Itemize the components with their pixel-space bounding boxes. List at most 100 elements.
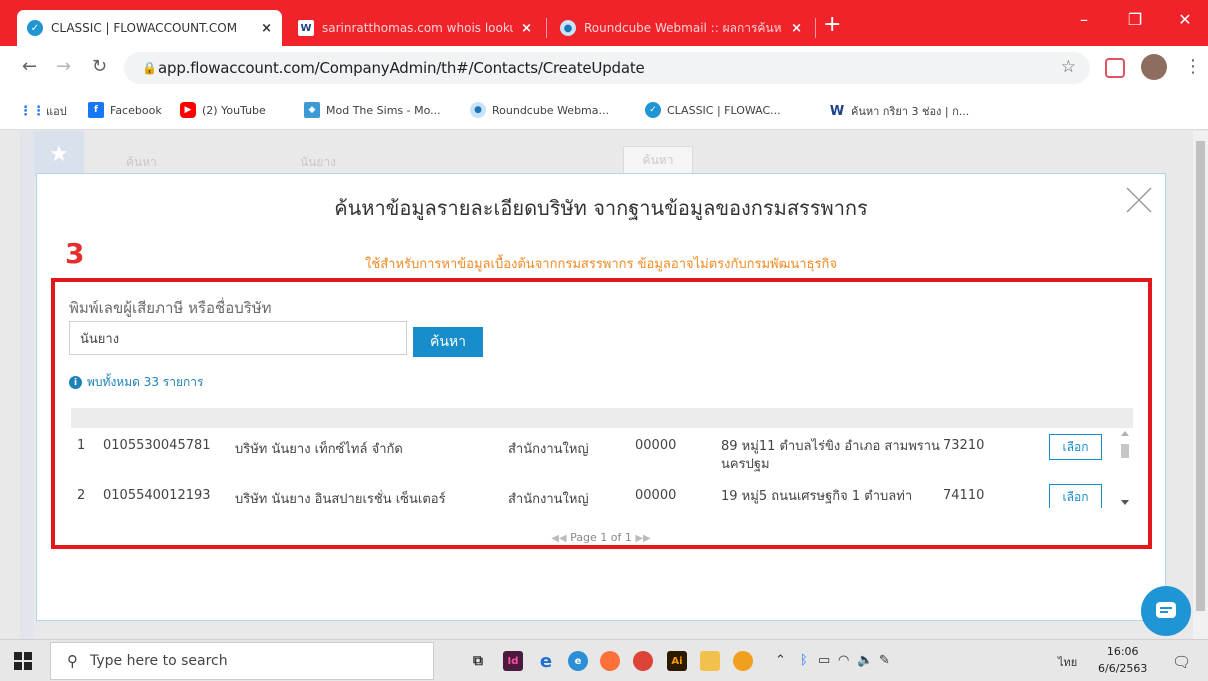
result-count-text: พบทั้งหมด 33 รายการ — [87, 375, 204, 389]
modal-note: ใช้สำหรับการหาข้อมูลเบื้องต้นจากกรมสรรพา… — [365, 257, 837, 272]
reload-icon[interactable]: ↻ — [92, 57, 107, 77]
select-button[interactable]: เลือก — [1049, 484, 1102, 508]
app-icon[interactable] — [733, 651, 753, 671]
lock-icon: 🔒 — [142, 61, 157, 75]
background-search-label: ค้นหา — [126, 155, 157, 169]
page-content: ★ ค้นหา นันยาง ค้นหา ค้นหาข้อมูลรายละเอี… — [0, 131, 1208, 639]
search-input[interactable] — [69, 321, 407, 355]
indesign-icon[interactable]: Id — [503, 651, 523, 671]
address-bar[interactable]: 🔒 app.flowaccount.com/CompanyAdmin/th#/C… — [124, 52, 1090, 84]
edge-icon[interactable]: e — [568, 651, 588, 671]
favorite-star-icon[interactable]: ★ — [34, 131, 84, 177]
facebook-icon: f — [88, 102, 104, 118]
table-row: 2 0105540012193 บริษัท นันยาง อินสปายเรช… — [71, 478, 1116, 508]
taskbar-search-box[interactable]: ⚲ Type here to search — [50, 642, 434, 680]
search-button[interactable]: ค้นหา — [413, 327, 483, 357]
roundcube-icon: ● — [560, 20, 576, 36]
bookmark-label: CLASSIC | FLOWAC... — [667, 103, 781, 117]
tab-title: Roundcube Webmail :: ผลการค้นห — [584, 20, 782, 35]
new-tab-button[interactable]: + — [823, 12, 841, 38]
browser-tab-bar: ✓ CLASSIC | FLOWACCOUNT.COM × W sarinrat… — [0, 0, 1208, 46]
bookmark-youtube[interactable]: ▶ (2) YouTube — [180, 102, 266, 118]
tab-flowaccount[interactable]: ✓ CLASSIC | FLOWACCOUNT.COM × — [17, 10, 282, 46]
firefox-icon[interactable] — [600, 651, 620, 671]
tax-id: 0105530045781 — [103, 438, 211, 453]
battery-icon[interactable]: ▭ — [818, 653, 830, 668]
tab-roundcube[interactable]: ● Roundcube Webmail :: ผลการค้นห × — [550, 10, 812, 46]
address: 19 หมู่5 ถนนเศรษฐกิจ 1 ตำบลท่า — [721, 489, 913, 504]
profile-avatar[interactable] — [1141, 54, 1167, 80]
windows-start-icon[interactable] — [14, 652, 32, 670]
clock-time: 16:06 — [1106, 645, 1139, 658]
table-scrollbar[interactable] — [1116, 428, 1133, 508]
branch-name: สำนักงานใหญ่ — [508, 442, 589, 457]
bookmark-apps[interactable]: ⋮⋮ แอป — [19, 102, 67, 120]
company-name: บริษัท นันยาง อินสปายเรชั่น เซ็นเตอร์ — [235, 492, 446, 507]
ie-icon[interactable]: e — [536, 651, 556, 672]
tab-whois[interactable]: W sarinratthomas.com whois looku × — [288, 10, 542, 46]
bookmark-label: Roundcube Webma... — [492, 103, 609, 117]
company-lookup-modal: ค้นหาข้อมูลรายละเอียดบริษัท จากฐานข้อมูล… — [36, 173, 1166, 621]
youtube-icon: ▶ — [180, 102, 196, 118]
tab-separator — [815, 18, 816, 38]
row-number: 1 — [77, 438, 86, 453]
bookmarks-bar: ⋮⋮ แอป f Facebook ▶ (2) YouTube ◆ Mod Th… — [0, 90, 1208, 130]
tray-chevron-icon[interactable]: ⌃ — [775, 653, 786, 668]
bookmark-label: ค้นหา กริยา 3 ช่อง | ก... — [851, 105, 970, 118]
volume-icon[interactable]: 🔈 — [857, 653, 873, 668]
w-icon: W — [298, 20, 314, 36]
wifi-icon[interactable]: ◠ — [838, 653, 849, 668]
bookmark-facebook[interactable]: f Facebook — [88, 102, 162, 118]
more-menu-icon[interactable]: ⋮ — [1184, 57, 1202, 77]
chrome-icon[interactable] — [633, 651, 653, 671]
bookmark-modthesims[interactable]: ◆ Mod The Sims - Mo... — [304, 102, 441, 118]
search-icon: ⚲ — [67, 652, 78, 670]
file-explorer-icon[interactable] — [700, 651, 720, 671]
select-button[interactable]: เลือก — [1049, 434, 1102, 460]
address: 89 หมู่11 ตำบลไร่ขิง อำเภอ สามพราน นครปฐ… — [721, 439, 940, 472]
close-icon[interactable]: × — [521, 21, 532, 36]
url-text[interactable]: app.flowaccount.com/CompanyAdmin/th#/Con… — [158, 59, 645, 77]
bookmark-label: Mod The Sims - Mo... — [326, 103, 441, 117]
branch-name: สำนักงานใหญ่ — [508, 492, 589, 507]
search-label: พิมพ์เลขผู้เสียภาษี หรือชื่อบริษัท — [69, 299, 272, 317]
flowaccount-icon: ✓ — [27, 20, 43, 36]
illustrator-icon[interactable]: Ai — [667, 651, 687, 671]
taskbar-clock[interactable]: 16:06 6/6/2563 — [1098, 643, 1147, 677]
table-row: 1 0105530045781 บริษัท นันยาง เท็กซ์ไทล์… — [71, 428, 1116, 476]
notification-icon[interactable]: 🗨 — [1172, 653, 1191, 671]
close-icon[interactable] — [1121, 182, 1157, 218]
back-arrow-icon[interactable]: ← — [22, 57, 37, 77]
modal-title: ค้นหาข้อมูลรายละเอียดบริษัท จากฐานข้อมูล… — [334, 196, 868, 220]
pocket-extension-icon[interactable] — [1105, 58, 1125, 78]
prev-page-icon[interactable]: ◀◀ — [551, 533, 566, 544]
background-search-value: นันยาง — [300, 155, 337, 169]
modthesims-icon: ◆ — [304, 102, 320, 118]
bookmark-star-icon[interactable]: ☆ — [1061, 57, 1076, 77]
tab-title: CLASSIC | FLOWACCOUNT.COM — [51, 21, 238, 35]
page-scrollbar-thumb[interactable] — [1196, 141, 1205, 611]
window-close-icon[interactable]: ✕ — [1162, 8, 1208, 32]
sidebar-strip — [20, 131, 34, 639]
bookmark-flowaccount[interactable]: ✓ CLASSIC | FLOWAC... — [645, 102, 781, 118]
windows-taskbar: ⚲ Type here to search ⧉ Id e e Ai ⌃ ᛒ ▭ … — [0, 639, 1208, 681]
forward-arrow-icon[interactable]: → — [56, 57, 71, 77]
pagination-text: Page 1 of 1 — [570, 531, 632, 544]
taskbar-search-placeholder: Type here to search — [90, 653, 228, 669]
close-icon[interactable]: × — [261, 21, 272, 36]
next-page-icon[interactable]: ▶▶ — [635, 533, 650, 544]
minimize-icon[interactable]: – — [1061, 8, 1107, 32]
roundcube-icon: ● — [470, 102, 486, 118]
results-table-header — [71, 408, 1133, 428]
bookmark-thai-verbs[interactable]: W ค้นหา กริยา 3 ช่อง | ก... — [829, 102, 969, 120]
bluetooth-icon[interactable]: ᛒ — [800, 653, 808, 668]
pen-icon[interactable]: ✎ — [879, 653, 890, 668]
bookmark-roundcube[interactable]: ● Roundcube Webma... — [470, 102, 609, 118]
zip-code: 73210 — [943, 438, 985, 453]
maximize-icon[interactable]: ❐ — [1112, 8, 1158, 32]
chat-bubble-button[interactable] — [1141, 586, 1191, 636]
result-count: i พบทั้งหมด 33 รายการ — [69, 373, 203, 392]
close-icon[interactable]: × — [791, 21, 802, 36]
task-view-icon[interactable]: ⧉ — [468, 651, 488, 671]
language-indicator[interactable]: ไทย — [1058, 653, 1077, 671]
